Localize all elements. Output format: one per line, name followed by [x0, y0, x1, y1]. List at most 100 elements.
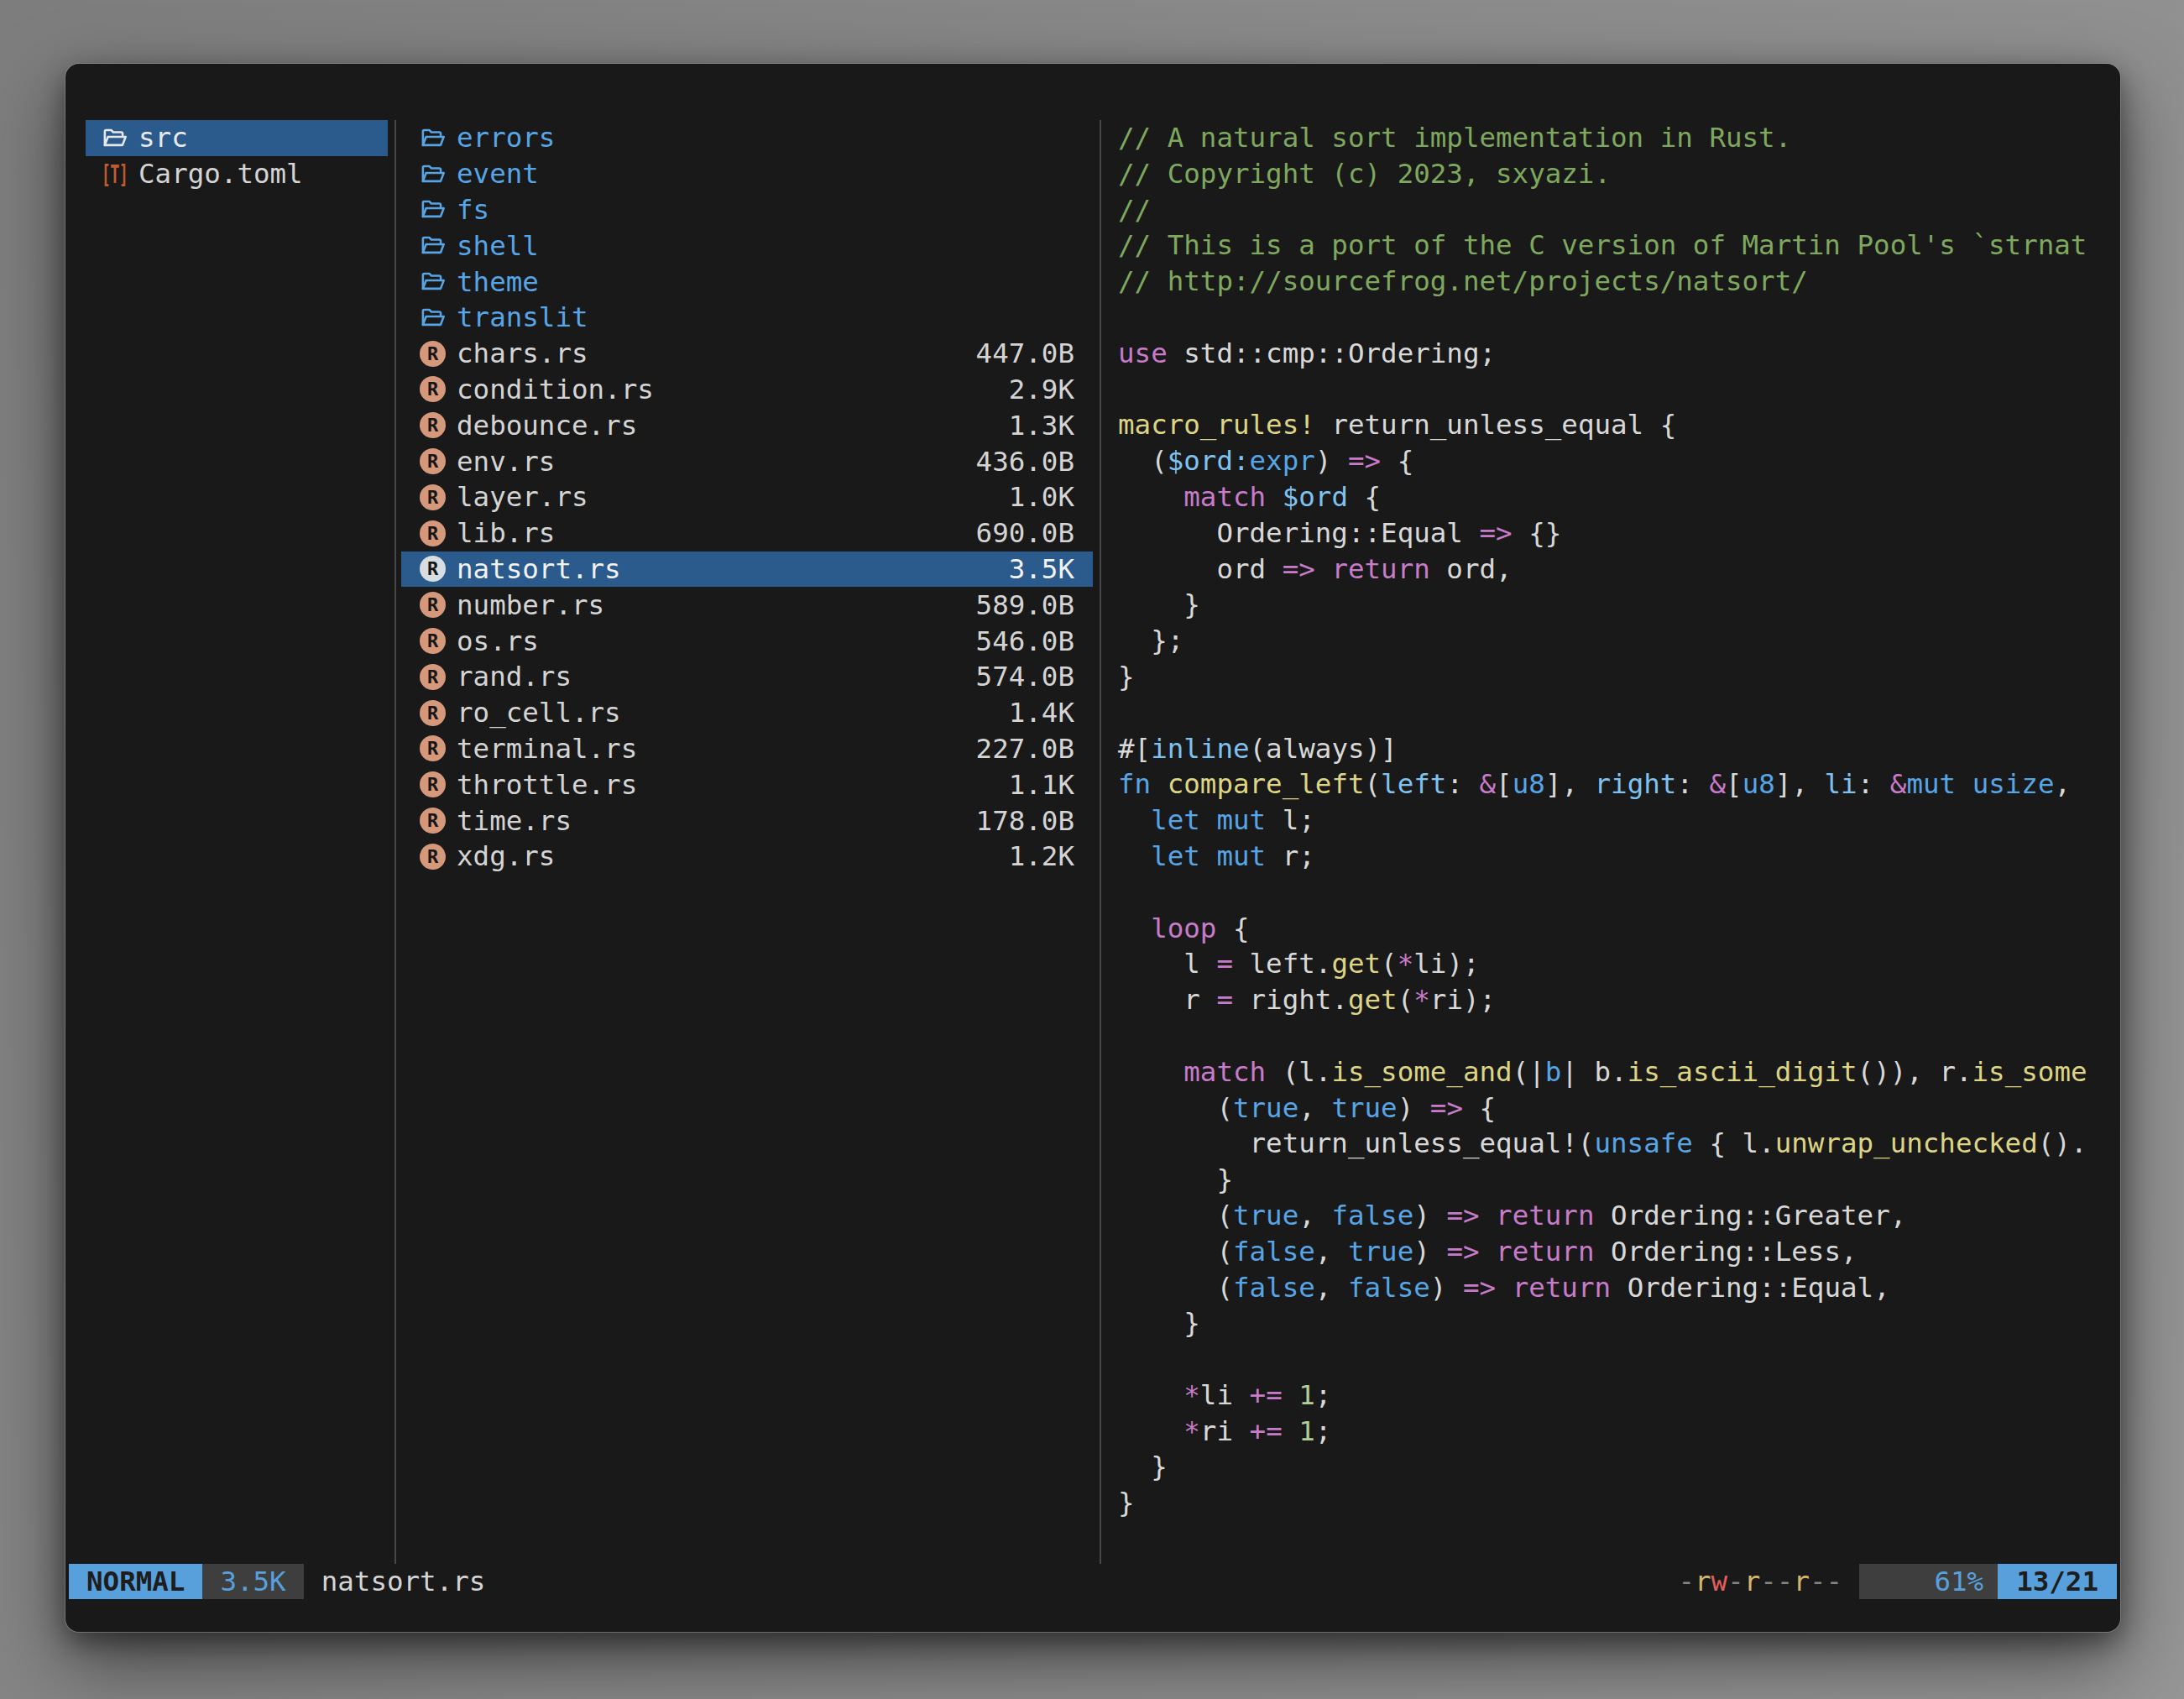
folder-open-icon [420, 233, 446, 259]
code-line [1118, 1341, 2120, 1377]
file-name: translit [457, 301, 588, 333]
current-pane: errors event fsshellthemetranslitRchars.rs… [396, 120, 1100, 1564]
file-name: condition.rs [457, 374, 654, 405]
file-row-debounce.rs[interactable]: Rdebounce.rs 1.3K [401, 407, 1093, 443]
code-line: } [1118, 1485, 2120, 1521]
dir-row-theme[interactable]: theme [401, 264, 1093, 300]
file-row-Cargo.toml[interactable]: [T]Cargo.toml [86, 156, 388, 192]
code-line: match $ord { [1118, 479, 2120, 515]
file-row-env.rs[interactable]: Renv.rs 436.0B [401, 443, 1093, 479]
code-line: let mut r; [1118, 839, 2120, 875]
code-line: (false, true) => return Ordering::Less, [1118, 1234, 2120, 1270]
code-line [1118, 372, 2120, 408]
rust-file-icon: R [420, 664, 446, 690]
file-name: lib.rs [457, 517, 555, 549]
dir-row-fs[interactable]: fs [401, 192, 1093, 228]
code-line: use std::cmp::Ordering; [1118, 336, 2120, 372]
file-name: rand.rs [457, 661, 572, 693]
file-size: 178.0B [976, 805, 1074, 837]
file-row-ro_cell.rs[interactable]: Rro_cell.rs1.4K [401, 695, 1093, 731]
code-line: ord => return ord, [1118, 552, 2120, 588]
code-line [1118, 695, 2120, 731]
file-row-xdg.rs[interactable]: Rxdg.rs1.2K [401, 839, 1093, 875]
rust-file-icon: R [420, 412, 446, 438]
file-name: time.rs [457, 805, 572, 837]
dir-row-errors[interactable]: errors [401, 120, 1093, 156]
code-line: // A natural sort implementation in Rust… [1118, 120, 2120, 156]
yazi-window: src[T]Cargo.toml errors event fsshelltheme… [65, 64, 2120, 1632]
code-line: Ordering::Equal => {} [1118, 515, 2120, 552]
code-line: } [1118, 1305, 2120, 1341]
rust-file-icon: R [420, 700, 446, 726]
code-line: l = left.get(*li); [1118, 946, 2120, 982]
folder-open-icon [420, 269, 446, 295]
code-line: macro_rules! return_unless_equal { [1118, 407, 2120, 443]
file-row-time.rs[interactable]: Rtime.rs 178.0B [401, 802, 1093, 839]
rust-file-icon: R [420, 808, 446, 834]
dir-row-event[interactable]: event [401, 156, 1093, 192]
code-line: match (l.is_some_and(|b| b.is_ascii_digi… [1118, 1054, 2120, 1090]
file-name: natsort.rs [457, 553, 621, 585]
rust-file-icon: R [420, 341, 446, 367]
rust-file-icon: R [420, 844, 446, 870]
rust-file-icon: R [420, 484, 446, 510]
code-line: } [1118, 659, 2120, 695]
code-line: (true, false) => return Ordering::Greate… [1118, 1198, 2120, 1234]
code-line: // This is a port of the C version of Ma… [1118, 227, 2120, 264]
folder-open-icon [420, 196, 446, 222]
code-line [1118, 1018, 2120, 1054]
file-size: 1.1K [1009, 769, 1074, 801]
file-row-terminal.rs[interactable]: Rterminal.rs227.0B [401, 731, 1093, 767]
code-line: let mut l; [1118, 802, 2120, 839]
code-line: r = right.get(*ri); [1118, 982, 2120, 1018]
code-line [1118, 300, 2120, 336]
file-row-chars.rs[interactable]: Rchars.rs447.0B [401, 336, 1093, 372]
dir-row-shell[interactable]: shell [401, 227, 1093, 264]
file-size: 436.0B [976, 446, 1074, 478]
rust-file-icon: R [420, 556, 446, 582]
file-name: fs [457, 194, 489, 226]
file-name: event [457, 158, 539, 190]
rust-file-icon: R [420, 771, 446, 797]
code-line: } [1118, 587, 2120, 623]
code-line: // [1118, 192, 2120, 228]
panes: src[T]Cargo.toml errors event fsshelltheme… [65, 120, 2120, 1564]
file-row-number.rs[interactable]: Rnumber.rs589.0B [401, 587, 1093, 623]
file-row-natsort.rs[interactable]: Rnatsort.rs3.5K [401, 552, 1093, 588]
code-line: *ri += 1; [1118, 1414, 2120, 1450]
file-size: 2.9K [1009, 374, 1074, 405]
file-row-throttle.rs[interactable]: Rthrottle.rs 1.1K [401, 766, 1093, 802]
code-line: *li += 1; [1118, 1377, 2120, 1414]
file-row-rand.rs[interactable]: Rrand.rs574.0B [401, 659, 1093, 695]
file-name: debounce.rs [457, 410, 637, 442]
file-name: errors [457, 122, 555, 154]
file-name: terminal.rs [457, 733, 637, 765]
file-name: layer.rs [457, 481, 588, 513]
code-line [1118, 875, 2120, 911]
folder-open-icon [420, 125, 446, 151]
file-size: 1.3K [1009, 410, 1074, 442]
file-name: number.rs [457, 589, 604, 621]
code-line: }; [1118, 623, 2120, 659]
code-line: #[inline(always)] [1118, 731, 2120, 767]
folder-open-icon [102, 125, 128, 151]
file-row-os.rs[interactable]: Ros.rs546.0B [401, 623, 1093, 659]
file-row-layer.rs[interactable]: Rlayer.rs1.0K [401, 479, 1093, 515]
cursor-position-badge: 13/21 [1998, 1564, 2117, 1599]
dir-row-translit[interactable]: translit [401, 300, 1093, 336]
preview-pane: // A natural sort implementation in Rust… [1101, 120, 2120, 1564]
file-row-condition.rs[interactable]: Rcondition.rs 2.9K [401, 372, 1093, 408]
rust-file-icon: R [420, 735, 446, 761]
rust-file-icon: R [420, 376, 446, 402]
file-name: xdg.rs [457, 840, 555, 872]
folder-open-icon [420, 161, 446, 187]
rust-file-icon: R [420, 448, 446, 474]
code-line: // Copyright (c) 2023, sxyazi. [1118, 156, 2120, 192]
code-line: ($ord:expr) => { [1118, 443, 2120, 479]
file-name: src [138, 122, 188, 154]
file-row-lib.rs[interactable]: Rlib.rs690.0B [401, 515, 1093, 552]
dir-row-src[interactable]: src [86, 120, 388, 156]
file-name: env.rs [457, 446, 555, 478]
file-name: throttle.rs [457, 769, 637, 801]
permissions: -rw-r--r-- [1678, 1564, 1842, 1599]
